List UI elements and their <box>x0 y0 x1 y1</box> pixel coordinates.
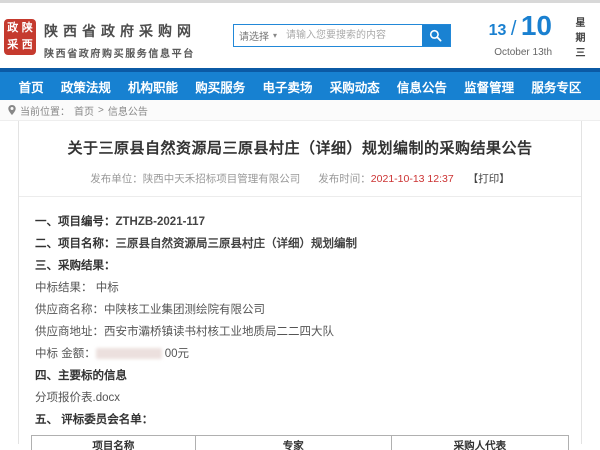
site-header: 政 陕 采 西 陕西省政府采购网 陕西省政府购买服务信息平台 请选择 ▾ 13 … <box>0 3 600 68</box>
project-number-line: 一、项目编号：ZTHZB-2021-117 <box>35 216 565 229</box>
site-title: 陕西省政府采购网 <box>44 21 196 41</box>
committee-heading: 五、 评标委员会名单： <box>35 414 565 427</box>
nav-item-policies[interactable]: 政策法规 <box>61 77 111 96</box>
publish-time-label: 发布时间： <box>318 173 371 185</box>
committee-table: 项目名称 专家 采购人代表 三原县自然资源局三原县村庄（详细）规划编制 崔芳芳、… <box>31 435 569 450</box>
committee-table-wrap: 项目名称 专家 采购人代表 三原县自然资源局三原县村庄（详细）规划编制 崔芳芳、… <box>19 427 581 450</box>
project-name-label: 二、项目名称： <box>35 238 116 250</box>
col-header-project-name: 项目名称 <box>32 436 196 450</box>
breadcrumb-prefix: 当前位置： <box>20 103 70 118</box>
search-bar: 请选择 ▾ <box>233 24 451 47</box>
publisher-name: 陕西中天禾招标项目管理有限公司 <box>143 173 301 185</box>
breadcrumb-home[interactable]: 首页 <box>74 103 94 118</box>
page-title: 关于三原县自然资源局三原县村庄（详细）规划编制的采购结果公告 <box>19 137 581 158</box>
publish-time: 2021-10-13 12:37 <box>371 173 454 185</box>
breadcrumb-separator: > <box>98 105 104 116</box>
date-english: October 13th <box>489 47 552 58</box>
date-numeric: 13 / 10 <box>489 11 552 46</box>
bid-amount-line: 中标 金额： 00元 <box>35 348 565 361</box>
nav-item-announcements[interactable]: 信息公告 <box>397 77 447 96</box>
date-widget: 13 / 10 October 13th <box>489 11 552 58</box>
attachment-link[interactable]: 分项报价表.docx <box>35 392 565 405</box>
nav-item-procurement-news[interactable]: 采购动态 <box>330 77 380 96</box>
date-month: 10 <box>521 10 552 41</box>
date-day: 13 <box>489 22 507 39</box>
nav-item-purchase-services[interactable]: 购买服务 <box>195 77 245 96</box>
date-separator: / <box>511 18 517 40</box>
breadcrumb-current[interactable]: 信息公告 <box>108 103 148 118</box>
supplier-address-line: 供应商地址：西安市灞桥镇读书村核工业地质局二二四大队 <box>35 326 565 339</box>
logo-char: 西 <box>21 38 35 54</box>
location-pin-icon <box>8 105 16 115</box>
col-header-experts: 专家 <box>195 436 391 450</box>
col-header-purchaser-reps: 采购人代表 <box>391 436 568 450</box>
supplier-name-line: 供应商名称：中陕核工业集团测绘院有限公司 <box>35 304 565 317</box>
nav-item-functions[interactable]: 机构职能 <box>128 77 178 96</box>
project-number-label: 一、项目编号： <box>35 216 116 228</box>
weekday-label: 星期三 <box>571 17 586 62</box>
breadcrumb: 当前位置： 首页 > 信息公告 <box>0 100 600 121</box>
article-container: 关于三原县自然资源局三原县村庄（详细）规划编制的采购结果公告 发布单位：陕西中天… <box>18 121 582 444</box>
site-subtitle: 陕西省政府购买服务信息平台 <box>44 45 196 60</box>
search-button[interactable] <box>422 25 450 46</box>
bid-amount-suffix: 00元 <box>165 348 189 360</box>
logo-char: 采 <box>6 38 20 54</box>
search-category-select[interactable]: 请选择 ▾ <box>234 25 282 46</box>
redacted-amount <box>96 348 162 359</box>
project-number-value: ZTHZB-2021-117 <box>116 216 205 228</box>
table-header-row: 项目名称 专家 采购人代表 <box>32 436 569 450</box>
nav-item-supervision[interactable]: 监督管理 <box>464 77 514 96</box>
search-icon <box>429 29 442 42</box>
chevron-down-icon: ▾ <box>273 31 277 40</box>
bid-amount-label: 中标 金额： <box>35 348 96 360</box>
search-select-label: 请选择 <box>239 28 269 43</box>
nav-item-e-marketplace[interactable]: 电子卖场 <box>262 77 312 96</box>
main-subject-heading: 四、主要标的信息 <box>35 370 565 383</box>
article-body: 一、项目编号：ZTHZB-2021-117 二、项目名称：三原县自然资源局三原县… <box>19 197 581 427</box>
nav-item-service-zone[interactable]: 服务专区 <box>531 77 581 96</box>
site-titles: 陕西省政府采购网 陕西省政府购买服务信息平台 <box>44 21 196 60</box>
logo-char: 陕 <box>21 21 35 37</box>
procurement-result-heading: 三、采购结果： <box>35 260 565 273</box>
project-name-line: 二、项目名称：三原县自然资源局三原县村庄（详细）规划编制 <box>35 238 565 251</box>
project-name-value: 三原县自然资源局三原县村庄（详细）规划编制 <box>116 238 358 250</box>
nav-item-home[interactable]: 首页 <box>19 77 44 96</box>
publisher-label: 发布单位： <box>90 173 143 185</box>
print-button[interactable]: 【打印】 <box>468 173 510 185</box>
search-input[interactable] <box>282 25 422 46</box>
main-nav: 首页 政策法规 机构职能 购买服务 电子卖场 采购动态 信息公告 监督管理 服务… <box>0 72 600 100</box>
bid-result-line: 中标结果： 中标 <box>35 282 565 295</box>
site-logo-seal: 政 陕 采 西 <box>4 19 36 55</box>
logo-char: 政 <box>6 21 20 37</box>
article-meta: 发布单位：陕西中天禾招标项目管理有限公司 发布时间：2021-10-13 12:3… <box>19 171 581 186</box>
